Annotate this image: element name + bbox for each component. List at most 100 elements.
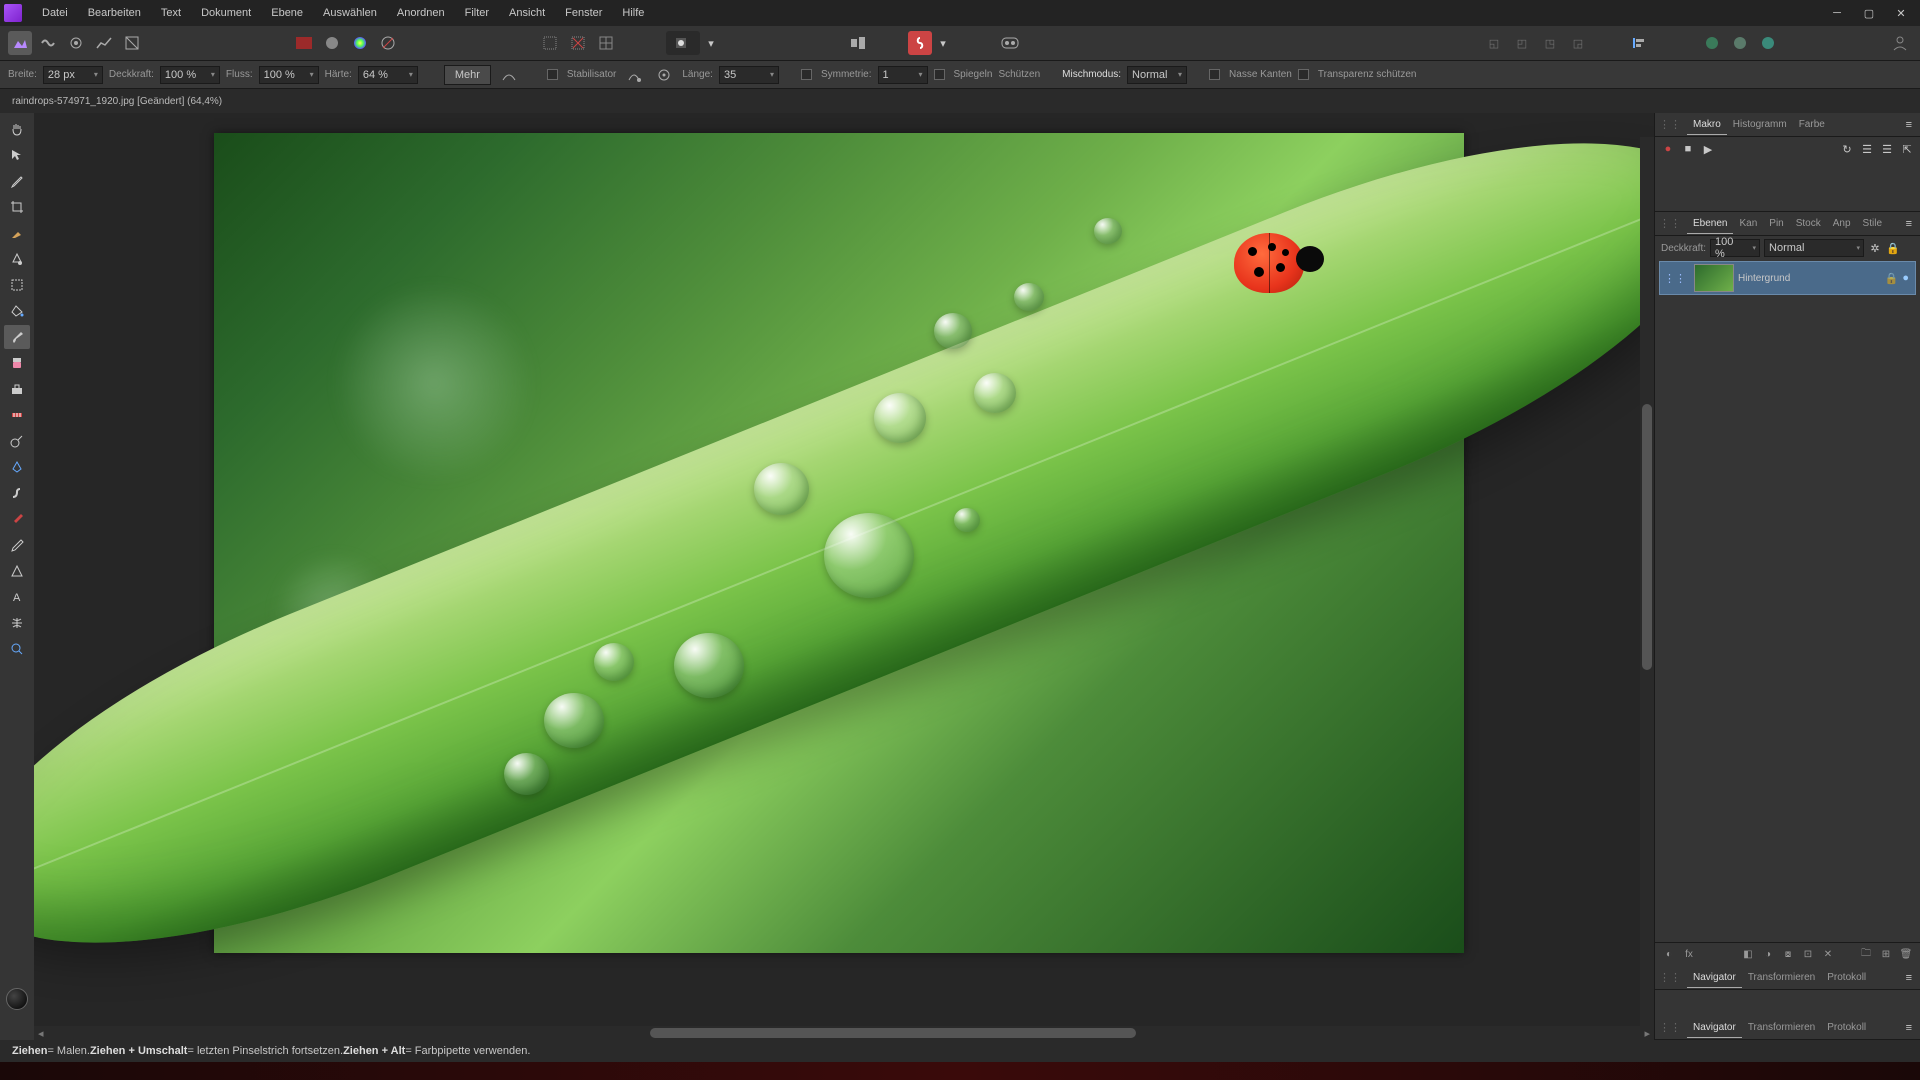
close-button[interactable]: ✕: [1886, 4, 1916, 22]
tab-protokoll[interactable]: Protokoll: [1821, 1018, 1872, 1038]
pressure-icon[interactable]: [497, 63, 521, 87]
macro-record-icon[interactable]: ●: [1661, 142, 1675, 156]
snap-dropdown-icon[interactable]: ▾: [936, 31, 950, 55]
layer-fx-icon[interactable]: fx: [1681, 947, 1697, 963]
tab-histogramm[interactable]: Histogramm: [1727, 115, 1793, 135]
layer-row[interactable]: ⋮⋮ Hintergrund 🔒 ●: [1659, 261, 1916, 295]
flood-select-icon[interactable]: [4, 247, 30, 271]
macro-export-icon[interactable]: ⇱: [1900, 142, 1914, 156]
layer-adj2-icon[interactable]: ◑: [1760, 947, 1776, 963]
persona-tone-icon[interactable]: [92, 31, 116, 55]
arrange-forward-icon[interactable]: ◳: [1538, 31, 1562, 55]
grid-solid-icon[interactable]: [594, 31, 618, 55]
tab-protokoll[interactable]: Protokoll: [1821, 968, 1872, 988]
hardness-input[interactable]: 64 %: [358, 66, 418, 84]
pen-tool-icon[interactable]: [4, 455, 30, 479]
persona-liquify-icon[interactable]: [36, 31, 60, 55]
symmetry-input[interactable]: 1: [878, 66, 928, 84]
swatch-red-icon[interactable]: [292, 31, 316, 55]
panel-menu-icon[interactable]: ≡: [1902, 119, 1916, 131]
layer-lock-icon[interactable]: 🔒: [1885, 272, 1899, 285]
selection-brush-icon[interactable]: [4, 221, 30, 245]
menu-dokument[interactable]: Dokument: [191, 0, 261, 26]
layer-visibility-icon[interactable]: ●: [1902, 272, 1909, 285]
canvas[interactable]: [34, 113, 1654, 1040]
align-menu-icon[interactable]: [1628, 31, 1652, 55]
persona-develop-icon[interactable]: [64, 31, 88, 55]
layers-lock-icon[interactable]: 🔒: [1886, 241, 1900, 255]
alignment-icon[interactable]: [846, 31, 870, 55]
inpaint-tool-icon[interactable]: [4, 403, 30, 427]
fill-tool-icon[interactable]: [4, 299, 30, 323]
macro-list1-icon[interactable]: ☰: [1860, 142, 1874, 156]
horizontal-scrollbar[interactable]: ◂ ▸: [34, 1026, 1654, 1040]
tab-ebenen[interactable]: Ebenen: [1687, 214, 1733, 234]
tab-navigator[interactable]: Navigator: [1687, 968, 1742, 988]
menu-ansicht[interactable]: Ansicht: [499, 0, 555, 26]
menu-anordnen[interactable]: Anordnen: [387, 0, 455, 26]
tab-transformieren[interactable]: Transformieren: [1742, 968, 1821, 988]
sync-teal-icon[interactable]: [1756, 31, 1780, 55]
menu-filter[interactable]: Filter: [455, 0, 499, 26]
opacity-input[interactable]: 100 %: [160, 66, 220, 84]
layer-add-icon[interactable]: ⊞: [1878, 947, 1894, 963]
marquee-tool-icon[interactable]: [4, 273, 30, 297]
tab-stock[interactable]: Stock: [1790, 214, 1827, 234]
tab-kan[interactable]: Kan: [1733, 214, 1763, 234]
mirror-checkbox[interactable]: [934, 69, 945, 80]
symmetry-checkbox[interactable]: [801, 69, 812, 80]
mask-dropdown-icon[interactable]: ▾: [704, 31, 718, 55]
menu-fenster[interactable]: Fenster: [555, 0, 612, 26]
clone-tool-icon[interactable]: [4, 377, 30, 401]
layer-crop-icon[interactable]: ⊡: [1800, 947, 1816, 963]
macro-stop-icon[interactable]: ■: [1681, 142, 1695, 156]
menu-auswählen[interactable]: Auswählen: [313, 0, 387, 26]
persona-export-icon[interactable]: [120, 31, 144, 55]
tab-transformieren[interactable]: Transformieren: [1742, 1018, 1821, 1038]
tab-navigator[interactable]: Navigator: [1687, 1018, 1742, 1038]
layers-opacity-input[interactable]: 100 %: [1710, 239, 1760, 257]
snap-toggle-icon[interactable]: [908, 31, 932, 55]
menu-hilfe[interactable]: Hilfe: [612, 0, 654, 26]
text-tool-icon[interactable]: A: [4, 585, 30, 609]
persona-photo-icon[interactable]: [8, 31, 32, 55]
zoom-tool-icon[interactable]: [4, 637, 30, 661]
minimize-button[interactable]: ─: [1822, 4, 1852, 22]
erase-tool-icon[interactable]: [4, 351, 30, 375]
menu-ebene[interactable]: Ebene: [261, 0, 313, 26]
document-tab[interactable]: raindrops-574971_1920.jpg [Geändert] (64…: [8, 96, 226, 107]
dodge-tool-icon[interactable]: [4, 429, 30, 453]
tab-pin[interactable]: Pin: [1763, 214, 1789, 234]
arrange-front-icon[interactable]: ◲: [1566, 31, 1590, 55]
layers-menu-icon[interactable]: ≡: [1902, 218, 1916, 230]
width-input[interactable]: 28 px: [43, 66, 103, 84]
macro-reset-icon[interactable]: ↻: [1840, 142, 1854, 156]
layer-group-icon[interactable]: 🗀: [1858, 947, 1874, 963]
hand-tool-icon[interactable]: [4, 117, 30, 141]
arrange-backward-icon[interactable]: ◰: [1510, 31, 1534, 55]
tab-farbe[interactable]: Farbe: [1793, 115, 1831, 135]
layers-blend-input[interactable]: Normal: [1764, 239, 1864, 257]
maximize-button[interactable]: ▢: [1854, 4, 1884, 22]
paint-brush-tool-icon[interactable]: [4, 325, 30, 349]
foreground-color-swatch[interactable]: [6, 988, 28, 1010]
vertical-scrollbar[interactable]: [1640, 137, 1654, 1026]
crop-tool-icon[interactable]: [4, 195, 30, 219]
swatch-grey-icon[interactable]: [320, 31, 344, 55]
sync-grey-icon[interactable]: [1728, 31, 1752, 55]
pencil-tool-icon[interactable]: [4, 533, 30, 557]
flow-input[interactable]: 100 %: [259, 66, 319, 84]
tab-anp[interactable]: Anp: [1827, 214, 1857, 234]
layer-delete-icon[interactable]: 🗑: [1898, 947, 1914, 963]
layer-live-icon[interactable]: ⧇: [1780, 947, 1796, 963]
sync-green-icon[interactable]: [1700, 31, 1724, 55]
menu-text[interactable]: Text: [151, 0, 191, 26]
mask-mode-icon[interactable]: [666, 31, 700, 55]
stabilizer-checkbox[interactable]: [547, 69, 558, 80]
mesh-tool-icon[interactable]: [4, 611, 30, 635]
grid-dotted-icon[interactable]: [538, 31, 562, 55]
protect-alpha-checkbox[interactable]: [1298, 69, 1309, 80]
menu-datei[interactable]: Datei: [32, 0, 78, 26]
swatch-color-icon[interactable]: [348, 31, 372, 55]
length-input[interactable]: 35: [719, 66, 779, 84]
